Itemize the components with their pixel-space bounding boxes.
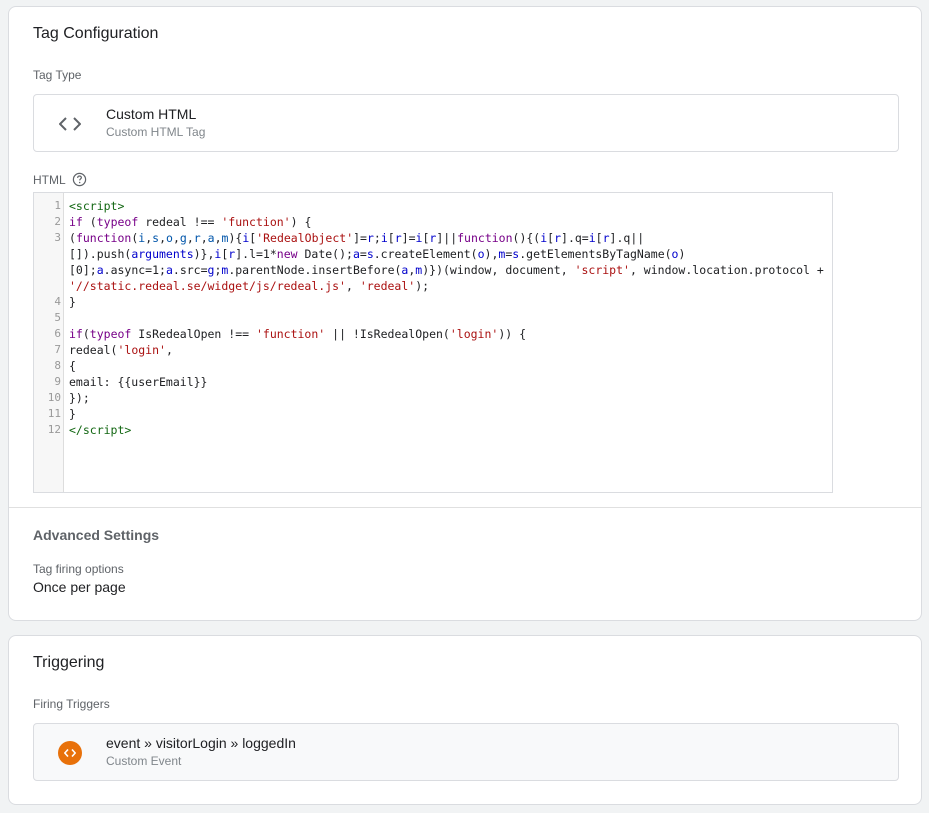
code-line: </script> [69, 423, 132, 437]
code-line: redeal('login', [69, 343, 173, 357]
tag-configuration-card: Tag Configuration Tag Type Custom HTML C… [8, 6, 922, 621]
line-number: 10 [47, 391, 61, 404]
line-number: 7 [54, 343, 61, 356]
code-line: if(typeof IsRedealOpen !== 'function' ||… [69, 327, 527, 341]
code-line: []).push(arguments)},i[r].l=1*new Date()… [69, 247, 686, 261]
line-number: 5 [54, 311, 61, 324]
tag-type-name: Custom HTML [106, 106, 197, 122]
line-number [34, 278, 61, 294]
line-number: 6 [54, 327, 61, 340]
line-number-gutter: 1 2 3 4 5 6 7 8 9 10 11 12 [34, 193, 64, 492]
tag-configuration-title: Tag Configuration [33, 25, 159, 42]
code-line: }); [69, 391, 90, 405]
line-number [34, 246, 61, 262]
tag-firing-options-label: Tag firing options [33, 562, 124, 576]
custom-event-icon [58, 741, 82, 765]
advanced-settings-toggle[interactable]: Advanced Settings [33, 527, 159, 543]
help-circle-icon[interactable] [72, 172, 87, 187]
firing-trigger-item[interactable]: event » visitorLogin » loggedIn Custom E… [33, 723, 899, 781]
line-number: 9 [54, 375, 61, 388]
code-line: } [69, 407, 76, 421]
line-number: 11 [47, 407, 61, 420]
html-label-row: HTML [33, 172, 87, 187]
code-line: <script> [69, 199, 125, 213]
line-number: 8 [54, 359, 61, 372]
triggering-card: Triggering Firing Triggers event » visit… [8, 635, 922, 805]
code-line: { [69, 359, 76, 373]
html-code-editor[interactable]: 1 2 3 4 5 6 7 8 9 10 11 12 <script> if (typeof redea… [33, 192, 833, 493]
code-area[interactable]: <script> if (typeof redeal !== 'function'… [64, 193, 832, 492]
line-number: 12 [47, 423, 61, 436]
trigger-name: event » visitorLogin » loggedIn [106, 735, 296, 751]
tag-firing-options-value: Once per page [33, 579, 126, 595]
line-number: 1 [54, 199, 61, 212]
code-line: [0];a.async=1;a.src=g;m.parentNode.inser… [69, 263, 824, 277]
trigger-type: Custom Event [106, 754, 182, 768]
triggering-title: Triggering [33, 654, 105, 671]
tag-type-selector[interactable]: Custom HTML Custom HTML Tag [33, 94, 899, 152]
code-line: } [69, 295, 76, 309]
tag-type-label: Tag Type [33, 68, 82, 82]
code-brackets-icon [52, 110, 88, 138]
code-line: if (typeof redeal !== 'function') { [69, 215, 312, 229]
firing-triggers-label: Firing Triggers [33, 697, 110, 711]
code-line: (function(i,s,o,g,r,a,m){i['RedealObject… [69, 231, 645, 245]
tag-type-subtitle: Custom HTML Tag [106, 125, 206, 139]
line-number: 3 [54, 231, 61, 244]
code-line: '//static.redeal.se/widget/js/redeal.js'… [69, 279, 430, 293]
html-label: HTML [33, 172, 66, 187]
code-line: email: {{userEmail}} [69, 375, 208, 389]
section-divider [9, 507, 921, 508]
line-number: 2 [54, 215, 61, 228]
line-number: 4 [54, 295, 61, 308]
line-number [34, 262, 61, 278]
